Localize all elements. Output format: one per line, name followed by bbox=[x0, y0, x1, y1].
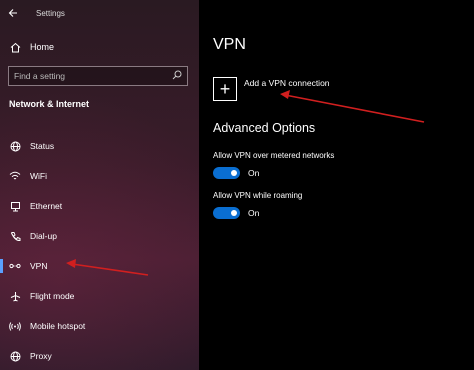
home-label: Home bbox=[30, 42, 55, 52]
sidebar-item-label: Proxy bbox=[30, 351, 52, 361]
main-content: VPN + Add a VPN connection Advanced Opti… bbox=[199, 0, 474, 370]
toggle-knob bbox=[231, 170, 237, 176]
sidebar-item-home[interactable]: Home bbox=[0, 36, 199, 58]
sidebar-item-flight-mode[interactable]: Flight mode bbox=[0, 281, 199, 311]
phone-icon bbox=[0, 231, 30, 242]
add-vpn-button[interactable]: + bbox=[213, 77, 237, 101]
window-title: Settings bbox=[36, 8, 65, 18]
page-title: VPN bbox=[213, 36, 246, 53]
wifi-icon bbox=[0, 171, 30, 181]
home-icon bbox=[0, 42, 30, 53]
sidebar-item-ethernet[interactable]: Ethernet bbox=[0, 191, 199, 221]
metered-networks-toggle[interactable] bbox=[213, 167, 240, 179]
search-input[interactable]: Find a setting bbox=[8, 66, 188, 86]
search-placeholder: Find a setting bbox=[14, 71, 66, 81]
sidebar-item-label: Dial-up bbox=[30, 231, 57, 241]
add-vpn-label[interactable]: Add a VPN connection bbox=[244, 78, 330, 88]
toggle-knob bbox=[231, 210, 237, 216]
metered-networks-label: Allow VPN over metered networks bbox=[213, 151, 335, 160]
globe-icon bbox=[0, 141, 30, 152]
airplane-icon bbox=[0, 291, 30, 302]
section-title: Network & Internet bbox=[9, 99, 90, 109]
sidebar-item-dialup[interactable]: Dial-up bbox=[0, 221, 199, 251]
back-arrow-icon bbox=[8, 9, 17, 17]
roaming-state: On bbox=[248, 208, 260, 218]
roaming-toggle[interactable] bbox=[213, 207, 240, 219]
sidebar-item-label: WiFi bbox=[30, 171, 47, 181]
search-icon[interactable] bbox=[172, 67, 182, 85]
hotspot-icon bbox=[0, 321, 30, 332]
roaming-label: Allow VPN while roaming bbox=[213, 191, 303, 200]
vpn-icon bbox=[0, 262, 30, 270]
ethernet-icon bbox=[0, 201, 30, 212]
sidebar-item-vpn[interactable]: VPN bbox=[0, 251, 199, 281]
sidebar-item-label: VPN bbox=[30, 261, 48, 271]
sidebar-item-proxy[interactable]: Proxy bbox=[0, 341, 199, 370]
back-button[interactable] bbox=[0, 0, 26, 26]
globe-icon bbox=[0, 351, 30, 362]
sidebar-item-wifi[interactable]: WiFi bbox=[0, 161, 199, 191]
sidebar-nav: Status WiFi Ethernet Dial-up VPN Flight … bbox=[0, 131, 199, 370]
sidebar-item-label: Mobile hotspot bbox=[30, 321, 86, 331]
sidebar-item-label: Ethernet bbox=[30, 201, 63, 211]
sidebar-item-mobile-hotspot[interactable]: Mobile hotspot bbox=[0, 311, 199, 341]
sidebar-item-label: Status bbox=[30, 141, 55, 151]
plus-icon: + bbox=[219, 78, 231, 99]
metered-networks-state: On bbox=[248, 168, 260, 178]
sidebar-item-label: Flight mode bbox=[30, 291, 75, 301]
advanced-options-title: Advanced Options bbox=[213, 121, 316, 135]
sidebar-item-status[interactable]: Status bbox=[0, 131, 199, 161]
title-bar: Settings bbox=[0, 0, 199, 26]
